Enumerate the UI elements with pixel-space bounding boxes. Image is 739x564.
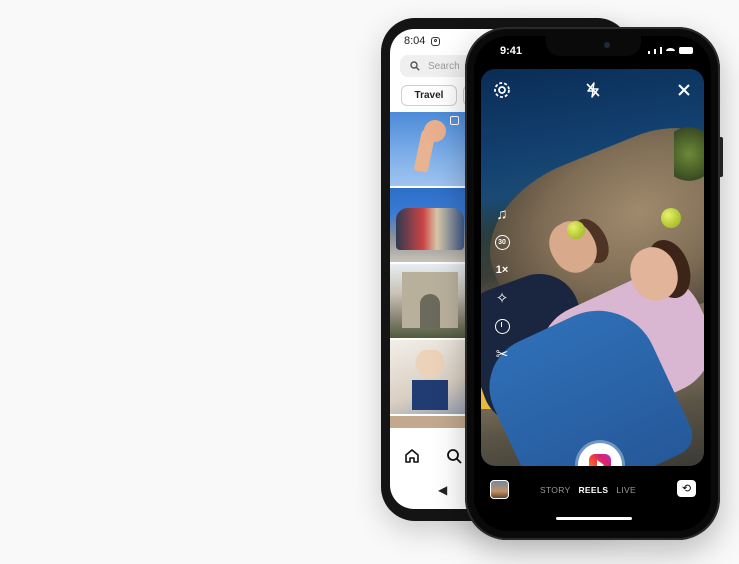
chip-travel[interactable]: Travel xyxy=(401,85,457,106)
status-time: 9:41 xyxy=(500,45,523,57)
power-button xyxy=(720,137,723,177)
photo-detail xyxy=(412,350,448,410)
photo-detail xyxy=(396,208,464,250)
settings-icon[interactable] xyxy=(493,81,511,99)
notch xyxy=(546,36,641,56)
multi-post-icon xyxy=(450,116,459,125)
status-time: 8:04 xyxy=(404,35,426,47)
photo-detail xyxy=(402,272,458,328)
status-bar: 8:04 xyxy=(404,35,441,47)
apple xyxy=(661,208,681,228)
mode-story[interactable]: STORY xyxy=(540,485,570,495)
apple xyxy=(567,221,585,239)
creation-tools: ♫ 30 1× ✧ ✂ xyxy=(491,206,513,363)
back-triangle-icon[interactable]: ◀ xyxy=(438,483,447,497)
signal-icon xyxy=(654,49,656,54)
search-icon xyxy=(410,61,420,71)
iphone: 9:41 ♫ 30 1× ✧ ✂ STORY REELS LIVE ⟲ xyxy=(465,27,723,540)
reels-icon xyxy=(589,454,611,466)
instagram-icon xyxy=(431,36,441,46)
scene-bush xyxy=(674,119,704,189)
length-icon[interactable]: 30 xyxy=(491,234,513,251)
align-icon[interactable]: ✂ xyxy=(491,346,513,363)
mode-live[interactable]: LIVE xyxy=(616,485,636,495)
search-nav-icon[interactable] xyxy=(446,448,462,464)
camera-preview[interactable]: ♫ 30 1× ✧ ✂ xyxy=(481,69,704,466)
effects-icon[interactable]: ✧ xyxy=(491,290,513,307)
clock-face xyxy=(494,319,510,334)
timer-icon[interactable] xyxy=(491,318,513,335)
close-icon[interactable] xyxy=(676,82,692,98)
home-indicator xyxy=(556,517,632,520)
speed-icon[interactable]: 1× xyxy=(491,262,513,279)
status-icons xyxy=(648,47,693,54)
photo-detail xyxy=(424,120,446,142)
mode-reels[interactable]: REELS xyxy=(578,485,608,495)
signal-icon xyxy=(660,47,662,54)
wifi-icon xyxy=(666,48,675,54)
flash-off-icon[interactable] xyxy=(584,81,602,99)
reels-camera-screen: 9:41 ♫ 30 1× ✧ ✂ STORY REELS LIVE ⟲ xyxy=(474,36,711,531)
chip-label: Travel xyxy=(414,90,444,101)
mode-selector: STORY REELS LIVE xyxy=(540,485,636,495)
signal-icon xyxy=(648,51,650,54)
home-icon[interactable] xyxy=(404,448,420,464)
gallery-button[interactable] xyxy=(490,480,509,499)
audio-icon[interactable]: ♫ xyxy=(491,206,513,223)
camera-bottom-bar: STORY REELS LIVE ⟲ xyxy=(474,476,711,506)
flip-camera-icon[interactable]: ⟲ xyxy=(677,480,696,497)
length-label: 30 xyxy=(494,235,510,250)
battery-icon xyxy=(679,47,693,54)
search-placeholder: Search xyxy=(428,60,460,72)
